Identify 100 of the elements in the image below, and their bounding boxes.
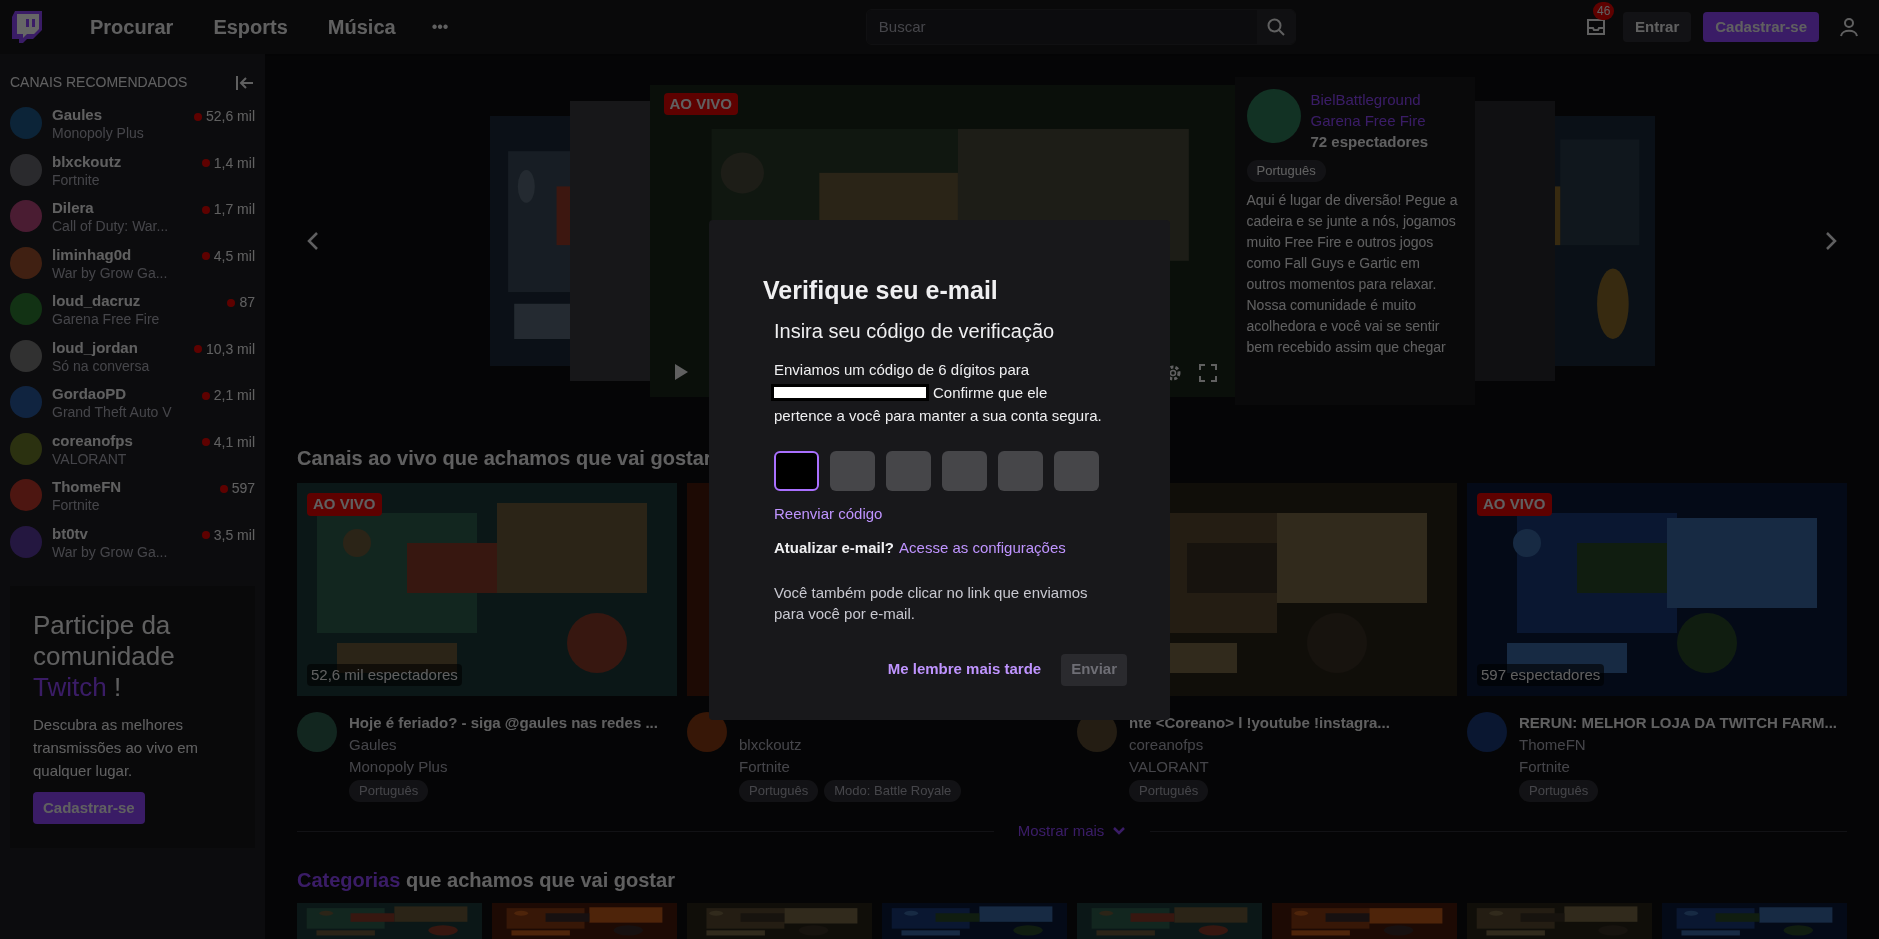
channel-avatar	[10, 432, 42, 465]
channel-link[interactable]: coreanofps	[1129, 734, 1390, 756]
channel-game: Monopoly Plus	[52, 124, 145, 142]
stream-description: Aqui é lugar de diversão! Pegue a cadeira e se junte a nós, jogamos muito Free Fire e outros jogos como Fall Guys e Gartic em outros momentos para relaxar. Nossa comunidade é muito acolhedora e você vai se sentir bem recebido assim que chegar	[1246, 190, 1459, 357]
channel-name: bt0tv	[52, 524, 89, 543]
stream-title[interactable]: nte <Coreano> l !youtube !instagra...	[1129, 712, 1390, 734]
signup-button[interactable]: Cadastrar-se	[1703, 12, 1819, 42]
viewer-count: 72 espectadores	[1310, 131, 1429, 152]
channel-item[interactable]: Dilera Call of Duty: War... 1,7 mil	[0, 194, 265, 241]
channel-item[interactable]: ThomeFN Fortnite 597	[0, 473, 265, 520]
viewer-count: 1,7 mil	[213, 200, 255, 219]
channel-name: liminhag0d	[52, 245, 133, 264]
game-link[interactable]: Fortnite	[739, 756, 962, 778]
channel-item[interactable]: GordaoPD Grand Theft Auto V 2,1 mil	[0, 380, 265, 427]
search-field[interactable]: Buscar	[865, 9, 1296, 45]
channel-avatar	[10, 153, 42, 186]
code-digit-field[interactable]	[830, 450, 875, 491]
user-icon[interactable]	[1839, 17, 1859, 37]
remind-later-button[interactable]: Me lembre mais tarde	[887, 658, 1042, 681]
channel-game: Só na conversa	[52, 356, 151, 375]
viewer-count: 3,5 mil	[213, 525, 255, 545]
more-button[interactable]: •••	[419, 15, 461, 39]
viewer-count: 4,5 mil	[213, 246, 255, 266]
viewer-count: 1,4 mil	[213, 153, 255, 173]
login-button[interactable]: Entrar	[1623, 12, 1692, 42]
game-link[interactable]: Fortnite	[1519, 756, 1838, 778]
avatar[interactable]	[297, 712, 337, 753]
logo-icon[interactable]	[12, 11, 42, 43]
nav-link[interactable]: Esports	[197, 12, 304, 42]
channel-name: coreanofps	[52, 431, 134, 450]
promo-heading: Participe da comunidade Twitch !	[33, 610, 176, 703]
channel-item[interactable]: liminhag0d War by Grow Ga... 4,5 mil	[0, 240, 265, 287]
chevron-down-icon	[1112, 826, 1127, 837]
channel-game: War by Grow Ga...	[52, 542, 169, 561]
channel-game: Garena Free Fire	[52, 310, 161, 328]
instruction-text: pertence a você para manter a sua conta segura.	[774, 405, 1102, 426]
stream-title[interactable]: RERUN: MELHOR LOJA DA TWITCH FARM...	[1519, 712, 1838, 734]
channel-name: blxckoutz	[52, 152, 123, 171]
code-digit-field[interactable]	[942, 450, 987, 491]
live-badge: AO VIVO	[307, 493, 382, 516]
channel-avatar	[10, 200, 42, 232]
collapse-icon[interactable]	[235, 74, 255, 91]
promo-text: Descubra as melhores transmissões ao vivo em qualquer lugar.	[33, 715, 200, 781]
channel-name: ThomeFN	[52, 478, 123, 496]
live-badge: AO VIVO	[1477, 493, 1552, 516]
channel-name: loud_jordan	[52, 338, 139, 357]
email-link-hint: Você também pode clicar no link que enviamos para você por e-mail.	[774, 582, 1089, 624]
nav-link[interactable]: Procurar	[74, 12, 190, 42]
viewer-count: 87	[239, 293, 255, 312]
viewer-count: 597	[231, 479, 255, 498]
channel-item[interactable]: Gaules Monopoly Plus 52,6 mil	[0, 101, 265, 148]
channel-avatar	[10, 107, 42, 139]
avatar[interactable]	[687, 712, 727, 753]
notification-badge: 46	[1593, 2, 1615, 20]
channel-avatar	[10, 479, 42, 511]
code-digit-field[interactable]	[774, 450, 819, 491]
update-email-label: Atualizar e-mail?	[774, 538, 895, 558]
channel-name: loud_dacruz	[52, 292, 142, 310]
game-link[interactable]: Monopoly Plus	[349, 756, 658, 778]
viewer-count: 52,6 mil	[205, 107, 255, 126]
channel-name: Dilera	[52, 199, 95, 217]
channel-avatar	[10, 293, 42, 325]
viewer-count: 2,1 mil	[213, 386, 255, 405]
inbox-icon[interactable]	[1586, 18, 1607, 36]
channel-game: Call of Duty: War...	[52, 217, 170, 235]
channel-item[interactable]: blxckoutz Fortnite 1,4 mil	[0, 147, 265, 194]
channel-avatar	[10, 246, 42, 279]
code-digit-field[interactable]	[886, 450, 931, 491]
channel-game: Fortnite	[52, 170, 101, 189]
channel-game: Fortnite	[52, 496, 101, 514]
channel-game: Grand Theft Auto V	[52, 403, 173, 421]
channel-item[interactable]: loud_dacruz Garena Free Fire 87	[0, 287, 265, 334]
nav-link[interactable]: Música	[311, 12, 412, 42]
section-title: Canais ao vivo que achamos que vai gostar	[297, 446, 712, 472]
channel-avatar	[10, 386, 42, 418]
channel-link[interactable]: Gaules	[349, 734, 658, 756]
code-digit-field[interactable]	[1054, 450, 1099, 491]
channel-game: VALORANT	[52, 449, 128, 468]
language-tag[interactable]: Português	[1246, 159, 1326, 182]
stream-title[interactable]: Hoje é feriado? - siga @gaules nas redes ...	[349, 712, 658, 734]
channel-item[interactable]: coreanofps VALORANT 4,1 mil	[0, 426, 265, 473]
channel-name: Gaules	[52, 106, 104, 124]
game-link[interactable]: VALORANT	[1129, 756, 1390, 778]
code-digit-field[interactable]	[998, 450, 1043, 491]
channel-avatar	[10, 339, 42, 372]
resend-code-link[interactable]: Reenviar código	[774, 502, 883, 525]
channel-item[interactable]: bt0tv War by Grow Ga... 3,5 mil	[0, 519, 265, 566]
channel-game: War by Grow Ga...	[52, 263, 169, 282]
channel-link[interactable]: ThomeFN	[1519, 734, 1838, 756]
viewer-count: 10,3 mil	[205, 339, 255, 359]
sidebar-title: CANAIS RECOMENDADOS	[10, 73, 188, 92]
viewer-count: 4,1 mil	[213, 432, 255, 452]
search-button[interactable]	[1256, 10, 1295, 44]
promo-signup-button[interactable]: Cadastrar-se	[33, 792, 145, 824]
settings-link[interactable]: Acesse as configurações	[899, 537, 1066, 560]
channel-item[interactable]: loud_jordan Só na conversa 10,3 mil	[0, 333, 265, 380]
section-title: Categorias que achamos que vai gostar	[297, 867, 675, 893]
channel-link[interactable]: blxckoutz	[739, 734, 962, 756]
channel-avatar	[10, 525, 42, 558]
avatar[interactable]	[1467, 712, 1507, 753]
